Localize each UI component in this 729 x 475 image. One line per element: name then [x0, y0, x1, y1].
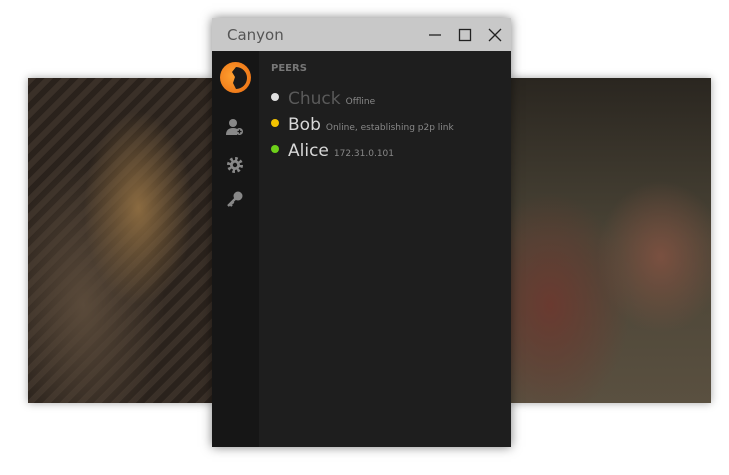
- close-button[interactable]: [481, 18, 509, 51]
- peer-status: 172.31.0.101: [333, 149, 395, 159]
- canyon-window: Canyon PEERS Chuck Offline Bob Online, e…: [212, 18, 511, 447]
- maximize-icon: [458, 28, 472, 41]
- peer-item-alice[interactable]: Alice 172.31.0.101: [271, 141, 394, 161]
- close-icon: [488, 28, 502, 41]
- status-dot-offline: [271, 93, 279, 101]
- add-peer-icon[interactable]: [226, 118, 244, 136]
- window-title: Canyon: [227, 25, 284, 44]
- peer-status: Offline: [345, 97, 376, 107]
- status-dot-online: [271, 145, 279, 153]
- maximize-button[interactable]: [451, 18, 479, 51]
- peer-name: Chuck: [288, 89, 341, 109]
- status-dot-connecting: [271, 119, 279, 127]
- sidebar: [212, 51, 259, 447]
- peers-header: PEERS: [271, 63, 307, 74]
- peers-panel: PEERS Chuck Offline Bob Online, establis…: [259, 51, 511, 447]
- peer-name: Alice: [288, 141, 329, 161]
- minimize-icon: [429, 33, 441, 36]
- minimize-button[interactable]: [421, 18, 449, 51]
- peer-item-bob[interactable]: Bob Online, establishing p2p link: [271, 115, 454, 135]
- key-icon[interactable]: [226, 190, 244, 208]
- gear-icon[interactable]: [226, 156, 244, 174]
- game-screenshot-right: [510, 78, 711, 403]
- peer-name: Bob: [288, 115, 321, 135]
- peer-item-chuck[interactable]: Chuck Offline: [271, 89, 375, 109]
- canyon-logo-icon[interactable]: [220, 62, 251, 93]
- game-screenshot-left: [28, 78, 212, 403]
- title-bar[interactable]: Canyon: [212, 18, 511, 51]
- peer-status: Online, establishing p2p link: [325, 123, 454, 133]
